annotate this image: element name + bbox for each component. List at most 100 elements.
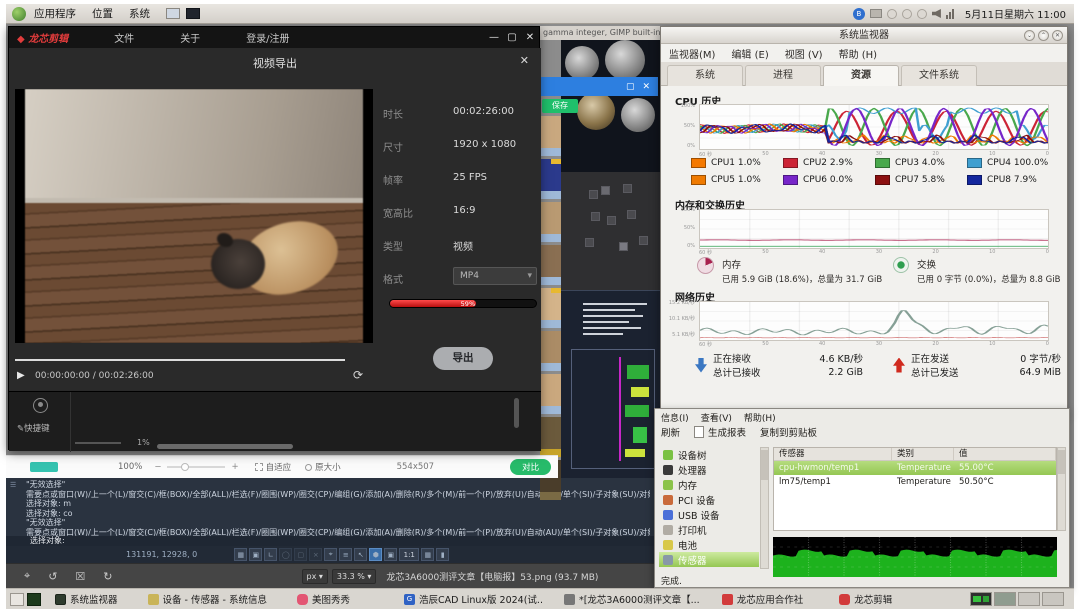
cpu-legend-item[interactable]: CPU5 1.0% [691,175,761,185]
column-sensor[interactable]: 传感器 [774,448,892,460]
taskbar-item-cad[interactable]: G浩辰CAD Linux版 2024(试... [398,590,548,608]
sidebar-item-sensors[interactable]: 传感器 [659,552,759,567]
original-size-button[interactable]: 原大小 [315,461,341,473]
show-desktop-icon[interactable] [10,593,24,606]
video-preview[interactable] [15,89,373,343]
cpu-legend-item[interactable]: CPU2 2.9% [783,158,853,168]
cad-otrack-toggle[interactable]: ⨯ [309,548,322,561]
window-title-bar[interactable]: 系统监视器 [661,27,1067,44]
taskbar-item-gimp[interactable]: *[龙芯3A6000测评文章【... [558,590,706,608]
cad-polar-toggle[interactable]: ◯ [279,548,292,561]
cad-clean-screen-toggle[interactable]: ▮ [436,548,449,561]
gimp-tool-icon[interactable] [585,238,594,247]
cpu-legend-item[interactable]: CPU1 1.0% [691,158,761,168]
menu-file[interactable]: 文件 [114,30,134,45]
cad-lineweight-toggle[interactable]: ≡ [339,548,352,561]
menu-info[interactable]: 信息(I) [661,411,689,424]
menu-view[interactable]: 视图 (V) [785,46,823,61]
cpu-legend-item[interactable]: CPU7 5.8% [875,175,945,185]
gimp-zoom-select[interactable]: 33.3 % ▾ [332,569,377,584]
cpu-legend-item[interactable]: CPU4 100.0% [967,158,1048,168]
export-button[interactable]: 导出 [433,347,493,370]
taskbar-item-coop[interactable]: 龙芯应用合作社 [716,590,810,608]
file-manager-icon[interactable] [166,8,180,19]
template-thumbnail[interactable] [540,116,561,156]
scrollbar-thumb[interactable] [1058,450,1065,474]
gimp-pointer-tool-icon[interactable]: ⌖ [24,569,30,583]
workspace-thumbnail[interactable] [1018,592,1040,606]
sidebar-item-memory[interactable]: 内存 [659,477,759,492]
gimp-tool-icon[interactable] [619,242,628,251]
copy-clipboard-button[interactable]: 复制到剪贴板 [760,425,817,439]
terminal-icon[interactable] [186,8,200,19]
sidebar-item-processor[interactable]: 处理器 [659,462,759,477]
template-thumbnail[interactable] [540,288,561,328]
minimize-icon[interactable]: ⌄ [1024,30,1035,41]
taskbar-item-sensors[interactable]: 设备 - 传感器 - 系统信息 [142,590,273,608]
gimp-tool-icon[interactable] [623,184,632,193]
zoom-in-button[interactable]: + [231,462,238,472]
workspace-thumbnail[interactable] [994,592,1016,606]
workspace-app-icon[interactable] [27,593,41,606]
minimize-icon[interactable]: — [485,32,503,43]
column-value[interactable]: 值 [954,448,1056,460]
table-scrollbar[interactable] [1057,447,1066,531]
gimp-undo-icon[interactable]: ↺ [48,570,57,583]
meitu-save-button[interactable]: 保存 [542,99,578,113]
gimp-redo-icon[interactable]: ↻ [103,570,112,583]
menu-places[interactable]: 位置 [84,4,121,23]
playback-progress-line[interactable] [15,359,345,361]
sidebar-item-pci[interactable]: PCI 设备 [659,492,759,507]
taskbar-item-system-monitor[interactable]: 系统监视器 [49,590,124,608]
maximize-icon[interactable]: ▢ [626,82,635,92]
sidebar-item-printer[interactable]: 打印机 [659,522,759,537]
volume-icon[interactable] [932,9,941,18]
clock[interactable]: 5月11日星期六 11:00 [965,6,1066,21]
avatar-icon[interactable] [33,398,48,413]
tab-system[interactable]: 系统 [667,65,743,86]
bluetooth-icon[interactable]: B [853,8,865,20]
cad-grid-display-toggle[interactable]: ▦ [421,548,434,561]
gimp-tool-icon[interactable] [589,190,598,199]
workspace-thumbnail[interactable] [1042,592,1064,606]
close-icon[interactable]: ✕ [521,32,539,43]
menu-view[interactable]: 查看(V) [701,411,732,424]
template-thumbnail[interactable] [540,417,561,457]
sidebar-item-battery[interactable]: 电池 [659,537,759,552]
list-scrollbar[interactable] [760,447,769,569]
gimp-tool-icon[interactable] [627,210,636,219]
gimp-tool-icon[interactable] [639,236,648,245]
close-icon[interactable]: ✕ [642,82,650,92]
gimp-tool-icon[interactable] [607,216,616,225]
timeline-zoom-slider[interactable] [75,442,121,444]
cad-dyn-input-toggle[interactable]: ⌖ [324,548,337,561]
template-thumbnail[interactable] [540,374,561,414]
cad-ortho-toggle[interactable]: ∟ [264,548,277,561]
sidebar-item-usb[interactable]: USB 设备 [659,507,759,522]
menu-system[interactable]: 系统 [121,4,158,23]
taskbar-item-meitu[interactable]: 美图秀秀 [291,590,356,608]
distro-menu-icon[interactable] [12,7,26,21]
zoom-slider[interactable] [167,466,225,468]
timeline-vertical-scrollbar[interactable] [514,398,519,428]
cad-command-prompt[interactable]: 选择对象: [6,536,654,546]
tab-resources[interactable]: 资源 [823,65,899,86]
menu-help[interactable]: 帮助 (H) [839,46,878,61]
cad-annotation-toggle[interactable]: ▣ [384,548,397,561]
column-type[interactable]: 类别 [892,448,954,460]
timeline-horizontal-scrollbar[interactable] [157,444,293,449]
cad-snap-toggle[interactable]: ▣ [249,548,262,561]
fit-canvas-button[interactable]: 自适应 [266,461,292,473]
maximize-icon[interactable]: ▢ [503,32,521,43]
template-thumbnail[interactable] [540,331,561,371]
format-dropdown[interactable]: MP4 ▾ [453,267,537,285]
zoom-slider-knob[interactable] [181,463,189,471]
compare-button[interactable]: 对比 [510,459,551,475]
gimp-tool-icon[interactable] [601,186,610,195]
close-icon[interactable]: ✕ [1052,30,1063,41]
menu-applications[interactable]: 应用程序 [26,4,84,23]
table-header-row[interactable]: 传感器 类别 值 [774,448,1056,461]
generate-report-button[interactable]: 生成报表 [694,425,746,439]
play-icon[interactable]: ▶ [17,370,25,381]
status-circle-icon[interactable] [887,9,897,19]
